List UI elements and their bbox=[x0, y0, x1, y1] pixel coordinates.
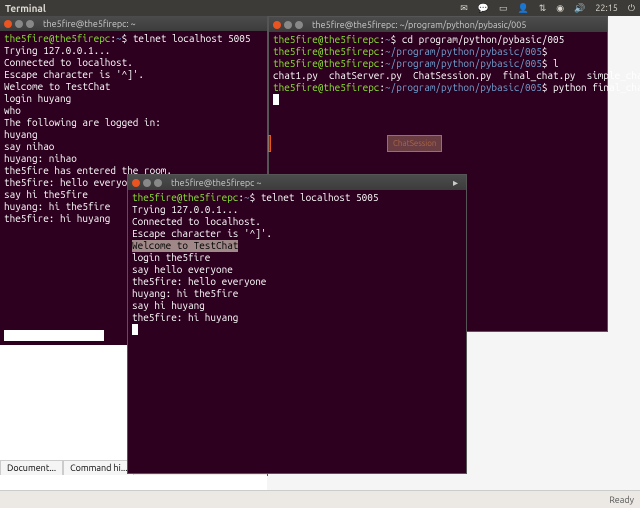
window-title-1: the5fire@the5firepc: ~ bbox=[43, 19, 136, 29]
close-icon[interactable] bbox=[4, 20, 12, 28]
bg-label-chatsession: ChatSession bbox=[387, 135, 442, 152]
close-icon[interactable] bbox=[132, 179, 140, 187]
mail-icon[interactable]: ✉ bbox=[460, 3, 468, 14]
terminal-line: Connected to localhost. bbox=[132, 216, 462, 228]
terminal-line: huyang bbox=[4, 129, 263, 141]
terminal-line: the5fire: hi huyang bbox=[132, 312, 462, 324]
statusbar: Ready bbox=[0, 490, 640, 508]
user-icon[interactable]: 👤 bbox=[518, 3, 529, 14]
terminal-line: the5fire@the5firepc:~$ telnet localhost … bbox=[4, 33, 263, 45]
folder-icon[interactable]: ▭ bbox=[499, 3, 508, 14]
terminal-window-3[interactable]: the5fire@the5firepc ~ ▸ the5fire@the5fir… bbox=[127, 174, 467, 474]
top-menubar: Terminal ✉ 💬 ▭ 👤 ⇅ ◉ 🔊 22:15 ⏻ bbox=[0, 0, 640, 16]
volume-icon[interactable]: 🔊 bbox=[574, 3, 585, 14]
titlebar-2[interactable]: the5fire@the5firepc: ~/program/python/py… bbox=[269, 17, 607, 32]
minimize-icon[interactable] bbox=[15, 20, 23, 28]
terminal-line: Escape character is '^]'. bbox=[4, 69, 263, 81]
pointer-icon: ▸ bbox=[453, 177, 462, 189]
terminal-line: huyang: hi the5fire bbox=[132, 288, 462, 300]
terminal-line: login the5fire bbox=[132, 252, 462, 264]
terminal-content-3[interactable]: the5fire@the5firepc:~$ telnet localhost … bbox=[128, 190, 466, 338]
terminal-line: Connected to localhost. bbox=[4, 57, 263, 69]
menubar-tray: ✉ 💬 ▭ 👤 ⇅ ◉ 🔊 22:15 ⏻ bbox=[460, 3, 635, 14]
terminal-line: the5fire@the5firepc:~$ cd program/python… bbox=[273, 34, 603, 46]
clock[interactable]: 22:15 bbox=[595, 3, 618, 13]
input-cursor-line[interactable] bbox=[4, 330, 104, 341]
terminal-line: the5fire@the5firepc:~$ telnet localhost … bbox=[132, 192, 462, 204]
terminal-line: who bbox=[4, 105, 263, 117]
network-icon[interactable]: ⇅ bbox=[539, 3, 547, 14]
titlebar-3[interactable]: the5fire@the5firepc ~ ▸ bbox=[128, 175, 466, 190]
terminal-line: The following are logged in: bbox=[4, 117, 263, 129]
tab-command-history[interactable]: Command hi... bbox=[63, 460, 134, 475]
terminal-line: Welcome to TestChat bbox=[132, 240, 462, 252]
terminal-line: say hello everyone bbox=[132, 264, 462, 276]
terminal-line: Trying 127.0.0.1... bbox=[4, 45, 263, 57]
terminal-line: chat1.py chatServer.py ChatSession.py fi… bbox=[273, 70, 603, 82]
terminal-line bbox=[273, 94, 603, 106]
maximize-icon[interactable] bbox=[154, 179, 162, 187]
terminal-line bbox=[132, 324, 462, 336]
menubar-title: Terminal bbox=[5, 3, 46, 14]
status-text: Ready bbox=[609, 495, 634, 505]
minimize-icon[interactable] bbox=[284, 21, 292, 29]
power-icon[interactable]: ⏻ bbox=[628, 3, 635, 14]
terminal-line: the5fire@the5firepc:~/program/python/pyb… bbox=[273, 58, 603, 70]
window-title-3: the5fire@the5firepc ~ bbox=[171, 178, 262, 188]
maximize-icon[interactable] bbox=[295, 21, 303, 29]
terminal-line: the5fire@the5firepc:~/program/python/pyb… bbox=[273, 82, 603, 94]
titlebar-1[interactable]: the5fire@the5firepc: ~ bbox=[0, 16, 267, 31]
tab-document[interactable]: Document... bbox=[0, 460, 63, 475]
terminal-line: say hi huyang bbox=[132, 300, 462, 312]
wifi-icon[interactable]: ◉ bbox=[556, 3, 564, 14]
terminal-line: the5fire: hello everyone bbox=[132, 276, 462, 288]
terminal-line: login huyang bbox=[4, 93, 263, 105]
terminal-line: Trying 127.0.0.1... bbox=[132, 204, 462, 216]
maximize-icon[interactable] bbox=[26, 20, 34, 28]
terminal-content-2[interactable]: the5fire@the5firepc:~$ cd program/python… bbox=[269, 32, 607, 108]
terminal-line: the5fire@the5firepc:~/program/python/pyb… bbox=[273, 46, 603, 58]
terminal-line: huyang: nihao bbox=[4, 153, 263, 165]
terminal-line: Welcome to TestChat bbox=[4, 81, 263, 93]
terminal-line: Escape character is '^]'. bbox=[132, 228, 462, 240]
terminal-line: say nihao bbox=[4, 141, 263, 153]
close-icon[interactable] bbox=[273, 21, 281, 29]
window-title-2: the5fire@the5firepc: ~/program/python/py… bbox=[312, 20, 526, 30]
minimize-icon[interactable] bbox=[143, 179, 151, 187]
msg-icon[interactable]: 💬 bbox=[478, 3, 489, 14]
